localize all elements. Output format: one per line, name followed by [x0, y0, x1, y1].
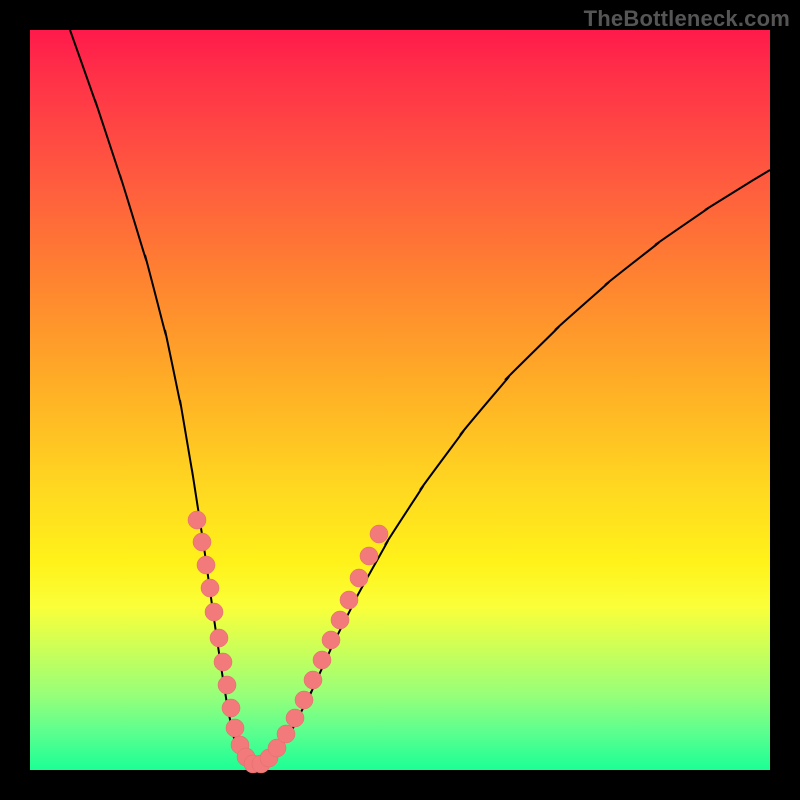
- data-point: [193, 533, 211, 551]
- data-point: [197, 556, 215, 574]
- chart-frame: [30, 30, 770, 770]
- data-point: [340, 591, 358, 609]
- data-point: [188, 511, 206, 529]
- data-point: [350, 569, 368, 587]
- data-point: [313, 651, 331, 669]
- data-point: [218, 676, 236, 694]
- data-point: [295, 691, 313, 709]
- data-point: [277, 725, 295, 743]
- curve-right-arm: [257, 170, 770, 765]
- data-point: [360, 547, 378, 565]
- watermark-text: TheBottleneck.com: [584, 6, 790, 32]
- data-point: [226, 719, 244, 737]
- data-point: [370, 525, 388, 543]
- data-point: [214, 653, 232, 671]
- data-point: [210, 629, 228, 647]
- data-point: [322, 631, 340, 649]
- data-point: [205, 603, 223, 621]
- v-curve-svg: [30, 30, 770, 770]
- data-point: [286, 709, 304, 727]
- data-point: [201, 579, 219, 597]
- data-point: [304, 671, 322, 689]
- data-points-group: [188, 511, 388, 773]
- curve-left-arm: [70, 30, 257, 765]
- data-point: [331, 611, 349, 629]
- data-point: [222, 699, 240, 717]
